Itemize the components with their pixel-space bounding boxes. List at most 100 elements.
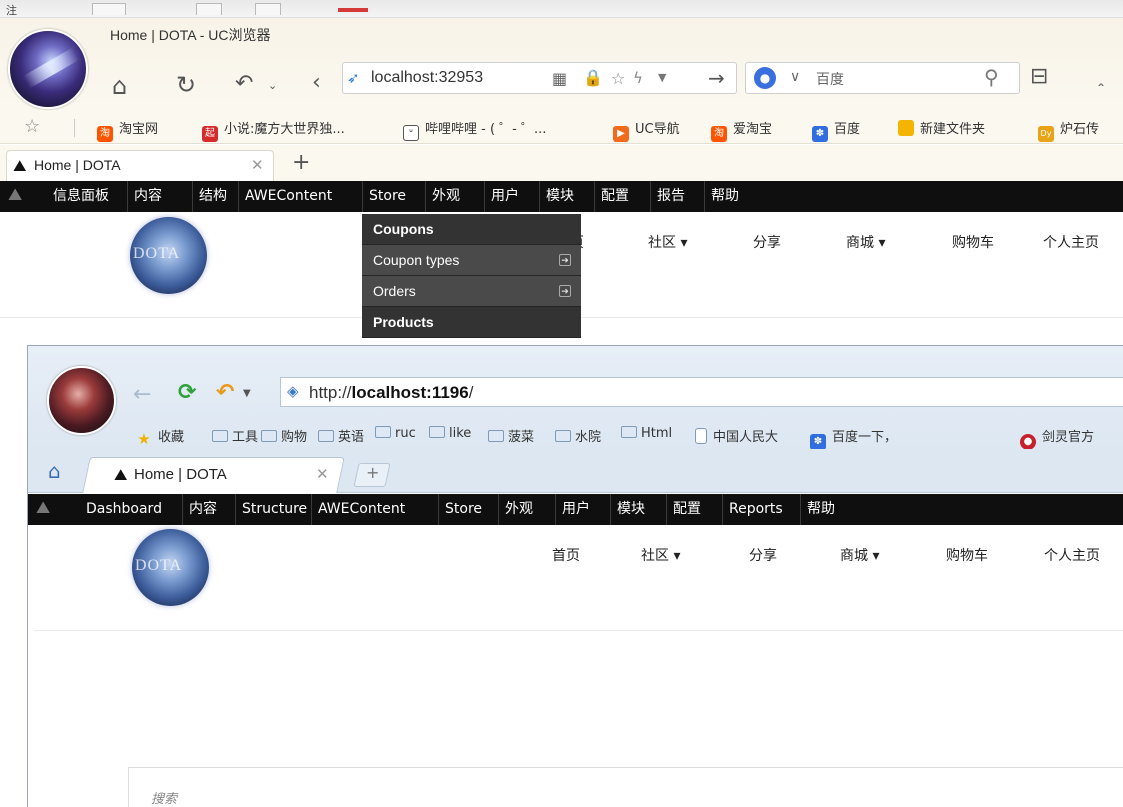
menu-item-products[interactable]: Products xyxy=(362,307,581,338)
admin-item-appearance[interactable]: 外观 xyxy=(498,494,539,525)
forward-icon[interactable]: → xyxy=(708,66,725,90)
admin-item-awecontent[interactable]: AWEContent xyxy=(238,181,338,212)
bookmark-item[interactable]: ● 剑灵官方 xyxy=(1020,426,1094,450)
bookmark-item[interactable]: ᐡ 哔哩哔哩 - ( ゜- ゜... xyxy=(403,118,546,141)
chevron-down-icon[interactable]: ▼ xyxy=(658,71,666,84)
admin-item-config[interactable]: 配置 xyxy=(594,181,635,212)
bookmark-item[interactable]: like xyxy=(429,426,471,441)
home-icon[interactable]: ⌂ xyxy=(112,74,127,98)
back-icon[interactable]: ‹ xyxy=(312,72,321,94)
bookmark-item[interactable]: Dy 炉石传 xyxy=(1038,118,1099,142)
admin-item-structure[interactable]: Structure xyxy=(235,494,313,525)
plus-icon[interactable]: + xyxy=(366,463,379,482)
bookmark-item[interactable]: 淘爱淘宝 xyxy=(711,118,772,142)
admin-item-store[interactable]: Store xyxy=(362,181,412,212)
bookmark-item[interactable]: 中国人民大 xyxy=(695,426,778,445)
admin-item-help[interactable]: 帮助 xyxy=(800,494,841,525)
bookmark-item[interactable]: ✽ 百度一下， xyxy=(810,426,897,450)
admin-item-help[interactable]: 帮助 xyxy=(704,181,745,212)
new-tab-icon[interactable]: + xyxy=(292,150,310,175)
nav-home[interactable]: 首页 xyxy=(552,545,580,565)
taskbar-item[interactable] xyxy=(255,3,281,15)
bookmark-item[interactable]: ✽ 百度 xyxy=(812,118,860,142)
cart-icon[interactable]: ⊟ xyxy=(1030,64,1048,89)
user-avatar[interactable] xyxy=(8,29,88,109)
nav-community[interactable]: 社区 ▾ xyxy=(648,232,687,252)
admin-item-people[interactable]: 用户 xyxy=(484,181,525,212)
refresh-icon[interactable]: ⟳ xyxy=(178,380,196,405)
admin-item-config[interactable]: 配置 xyxy=(666,494,707,525)
close-icon[interactable]: ✕ xyxy=(251,156,264,174)
lock-icon[interactable]: 🔒 xyxy=(583,68,603,87)
bookmark-item[interactable]: 菠菜 xyxy=(488,426,534,445)
undo-icon[interactable]: ↶ xyxy=(235,73,253,95)
admin-item-awecontent[interactable]: AWEContent xyxy=(311,494,411,525)
baidu-paw-icon[interactable]: ● xyxy=(754,67,776,89)
home-icon[interactable]: ⌂ xyxy=(48,459,61,483)
bookmark-item[interactable]: 英语 xyxy=(318,426,364,445)
address-url[interactable]: http://localhost:1196/ xyxy=(309,383,473,403)
folder-icon xyxy=(318,430,334,442)
menu-item-coupons[interactable]: Coupons xyxy=(362,214,581,245)
screenshot-root: 注 Home | DOTA - UC浏览器 ⌂ ↻ ↶ ⌄ ‹ ➶ localh… xyxy=(0,0,1123,807)
drupal-logo-icon[interactable]: ⛰ xyxy=(36,498,50,518)
admin-item-modules[interactable]: 模块 xyxy=(539,181,580,212)
admin-item-store[interactable]: Store xyxy=(438,494,488,525)
bookmark-item[interactable]: 购物 xyxy=(261,426,307,445)
admin-item-people[interactable]: 用户 xyxy=(555,494,596,525)
nav-cart[interactable]: 购物车 xyxy=(952,232,994,252)
nav-profile[interactable]: 个人主页 xyxy=(1043,232,1099,252)
tab-home-dota[interactable]: ⛰ Home | DOTA ✕ xyxy=(92,457,347,493)
nav-shop[interactable]: 商城 ▾ xyxy=(840,545,879,565)
address-bar[interactable]: ◈ http://localhost:1196/ xyxy=(280,377,1123,407)
menu-item-orders[interactable]: Orders ➜ xyxy=(362,276,581,307)
admin-item-content[interactable]: 内容 xyxy=(127,181,168,212)
address-url[interactable]: localhost:32953 xyxy=(371,69,483,87)
search-icon[interactable]: ⚲ xyxy=(984,65,999,89)
admin-item-modules[interactable]: 模块 xyxy=(610,494,651,525)
nav-shop[interactable]: 商城 ▾ xyxy=(846,232,885,252)
bookmark-item[interactable]: 新建文件夹 xyxy=(898,118,985,137)
star-icon[interactable]: ☆ xyxy=(611,69,625,88)
bookmark-item[interactable]: 水院 xyxy=(555,426,601,445)
chevron-down-icon[interactable]: ▼ xyxy=(243,388,251,399)
search-box[interactable]: 搜索 xyxy=(128,767,1123,807)
qr-code-icon[interactable]: ▦ xyxy=(552,69,567,88)
bookmark-item[interactable]: 起小说:魔方大世界独... xyxy=(202,118,345,142)
undo-icon[interactable]: ↶ xyxy=(216,380,234,405)
menu-item-coupon-types[interactable]: Coupon types ➜ xyxy=(362,245,581,276)
search-box[interactable]: ● ∨ 百度 ⚲ xyxy=(745,62,1020,94)
bookmark-item[interactable]: 淘淘宝网 xyxy=(97,118,158,142)
taskbar-item[interactable] xyxy=(196,3,222,15)
bookmark-item[interactable]: 工具 xyxy=(212,426,258,445)
search-engine-label[interactable]: 百度 xyxy=(816,69,844,89)
nav-community[interactable]: 社区 ▾ xyxy=(641,545,680,565)
chevron-down-icon[interactable]: ∨ xyxy=(790,69,800,85)
chevron-down-icon[interactable]: ⌄ xyxy=(268,80,277,91)
nav-share[interactable]: 分享 xyxy=(753,232,781,252)
admin-item-dashboard[interactable]: 信息面板 xyxy=(47,181,115,212)
admin-item-dashboard[interactable]: Dashboard xyxy=(80,494,168,525)
bookmark-item[interactable]: ▶ UC导航 xyxy=(613,118,680,142)
more-icon[interactable]: ꞈ xyxy=(1098,66,1104,87)
admin-item-structure[interactable]: 结构 xyxy=(192,181,233,212)
nav-profile[interactable]: 个人主页 xyxy=(1044,545,1100,565)
nav-cart[interactable]: 购物车 xyxy=(946,545,988,565)
admin-item-appearance[interactable]: 外观 xyxy=(425,181,466,212)
bookmark-item[interactable]: ruc xyxy=(375,426,416,441)
back-icon[interactable]: ← xyxy=(133,382,151,407)
address-bar[interactable]: ➶ localhost:32953 ▦ 🔒 ☆ ϟ ▼ xyxy=(342,62,737,94)
drupal-logo-icon[interactable]: ⛰ xyxy=(8,185,22,205)
close-icon[interactable]: ✕ xyxy=(316,465,329,483)
taskbar-item[interactable] xyxy=(92,3,126,15)
bookmark-item[interactable]: ★ 收藏 xyxy=(136,426,184,447)
refresh-icon[interactable]: ↻ xyxy=(176,73,196,97)
lightning-icon[interactable]: ϟ xyxy=(633,69,643,87)
nav-share[interactable]: 分享 xyxy=(749,545,777,565)
star-icon[interactable]: ☆ xyxy=(24,116,40,137)
bookmark-item[interactable]: Html xyxy=(621,426,672,441)
admin-item-reports[interactable]: Reports xyxy=(722,494,789,525)
admin-item-content[interactable]: 内容 xyxy=(182,494,223,525)
admin-item-reports[interactable]: 报告 xyxy=(650,181,691,212)
tab-home-dota[interactable]: ⛰ Home | DOTA ✕ xyxy=(6,150,274,181)
